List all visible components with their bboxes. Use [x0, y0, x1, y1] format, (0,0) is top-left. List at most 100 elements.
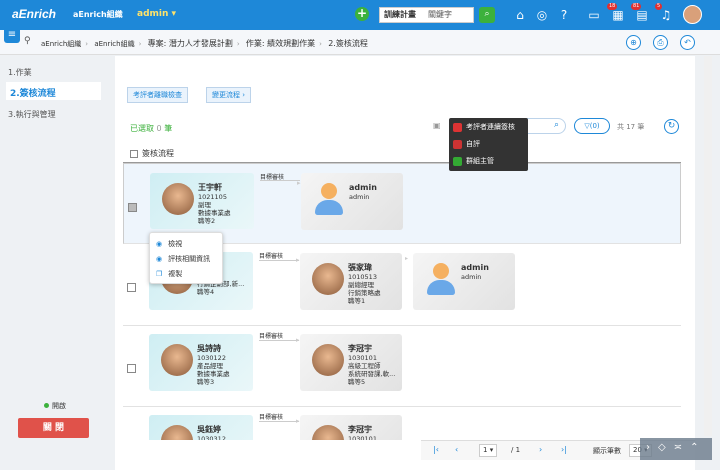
legend-label: 考評者連續簽核 [466, 123, 515, 131]
column-header-label: 簽核流程 [142, 149, 174, 158]
approver-level: 職等4 [197, 288, 215, 296]
legend-label: 群組主管 [466, 157, 494, 165]
page-total: / 1 [511, 446, 521, 454]
approver-info: 吳詩詩 1030122 產品經理 數據事業處 職等3 [197, 343, 230, 386]
approver-info: admin admin [461, 262, 489, 281]
approver-level: 職等2 [198, 217, 216, 225]
refresh-icon[interactable]: ↻ [664, 119, 679, 134]
row-checkbox[interactable] [127, 364, 136, 373]
approver-dept: 系統研發課,軟... [348, 370, 396, 378]
approver-info: 李冠宇 1030101 高級工程師 系統研發課,軟... 職等5 [348, 343, 395, 386]
back-icon[interactable]: ↶ [680, 35, 695, 50]
approver-id: admin [461, 273, 482, 281]
approver-dept: 數據事業處 [198, 209, 231, 217]
legend-item: 自評 [453, 139, 480, 149]
column-header: 簽核流程 [130, 148, 174, 159]
approver-info: admin admin [349, 182, 377, 201]
search-scope-select[interactable]: 訓練計畫 關鍵字 [379, 7, 474, 23]
legend-tooltip: 考評者連續簽核 自評 群組主管 [449, 118, 528, 171]
sidebar-item-operations[interactable]: 1.作業 [8, 67, 32, 78]
user-name: admin [137, 9, 169, 19]
next-page-icon[interactable]: › [539, 445, 542, 454]
help-icon[interactable]: ? [556, 7, 572, 23]
selected-number: 0 [156, 124, 162, 133]
avatar [162, 183, 194, 215]
card-context-menu: ◉ 檢視 ◉ 評核相關資訊 ❐ 複製 [149, 232, 223, 284]
select-all-checkbox[interactable] [130, 149, 138, 158]
menu-icon[interactable]: ≡ [4, 27, 20, 43]
approver-card[interactable]: 吳鈺婷 1030312 [149, 415, 253, 440]
change-flow-button[interactable]: 變更流程 › [206, 87, 252, 103]
app-logo[interactable]: aEnrich [12, 7, 56, 21]
approver-info: 王宇軒 1021105 副理 數據事業處 職等2 [198, 182, 231, 225]
filter-count: (0) [589, 122, 600, 130]
breadcrumb-item[interactable]: aEnrich組織 [41, 40, 81, 48]
org-switcher[interactable]: aEnrich組織 [73, 9, 123, 20]
approver-title: 副總經理 [348, 281, 374, 289]
approver-card[interactable]: admin admin [301, 173, 403, 230]
menu-item-copy[interactable]: ❐ 複製 [156, 269, 182, 279]
approver-card[interactable]: 王宇軒 1021105 副理 數據事業處 職等2 [150, 173, 254, 229]
last-page-icon[interactable]: ›| [561, 445, 567, 454]
copy-icon: ❐ [156, 270, 163, 278]
approver-card[interactable]: admin admin [413, 253, 515, 310]
warning-icon [453, 122, 462, 132]
avatar [161, 425, 193, 440]
filter-button[interactable]: ▽(0) [574, 118, 610, 134]
home-icon[interactable]: ⌂ [512, 7, 528, 23]
legend-label: 自評 [466, 140, 480, 148]
approver-level: 職等5 [348, 378, 366, 386]
breadcrumb-current: 2.簽核流程 [328, 39, 368, 48]
sidebar-item-approval-flow[interactable]: 2.簽核流程 [6, 82, 101, 100]
first-page-icon[interactable]: |‹ [433, 445, 439, 454]
floating-toolbar[interactable]: ›◇≍⌃ [640, 438, 712, 460]
approver-card[interactable]: 李冠宇 1030101 高級工程師 系統研發課,軟... 職等5 [300, 334, 402, 391]
breadcrumb-item[interactable]: 專案: 潛力人才發展計劃 [148, 39, 233, 48]
search-scope-value: 訓練計畫 [384, 10, 416, 19]
approver-info: 張家瑋 1010513 副總經理 行銷策略處 職等1 [348, 262, 381, 305]
search-input[interactable]: 關鍵字 [428, 8, 452, 22]
breadcrumb-item[interactable]: aEnrich組織 [94, 40, 134, 48]
table-row[interactable]: 吳鈺婷 1030312 目標審核 ▸ 李冠宇 1030101 [123, 407, 681, 440]
menu-item-eval-info[interactable]: ◉ 評核相關資訊 [156, 254, 210, 264]
default-avatar-icon [313, 183, 345, 215]
approver-id: 1030101 [348, 435, 377, 440]
approver-name: 吳詩詩 [197, 344, 221, 353]
menu-item-label: 評核相關資訊 [168, 255, 211, 263]
prev-page-icon[interactable]: ‹ [455, 445, 458, 454]
print-icon[interactable]: ⎙ [653, 35, 668, 50]
message-icon[interactable]: ▭ [586, 7, 602, 23]
approver-dept: 數據事業處 [197, 370, 230, 378]
user-menu[interactable]: admin ▾ [137, 9, 176, 19]
sidebar-item-execution[interactable]: 3.執行與管理 [8, 109, 56, 120]
approver-card[interactable]: 張家瑋 1010513 副總經理 行銷策略處 職等1 [300, 253, 402, 310]
search-button[interactable]: ⌕ [479, 7, 495, 23]
add-page-icon[interactable]: ⊕ [626, 35, 641, 50]
approver-title: 副理 [198, 201, 211, 209]
approver-info: 李冠宇 1030101 [348, 424, 377, 440]
compass-icon[interactable]: ◎ [534, 7, 550, 23]
row-checkbox[interactable] [128, 203, 137, 212]
user-avatar[interactable] [683, 5, 702, 24]
step-label: 目標審核 [259, 253, 284, 260]
table-row[interactable]: 吳詩詩 1030122 產品經理 數據事業處 職等3 目標審核 ▸ 李冠宇 103… [123, 326, 681, 407]
approver-level: 職等3 [197, 378, 215, 386]
close-button[interactable]: 關 閉 [18, 418, 89, 438]
export-icon[interactable]: ▣ [433, 121, 441, 130]
resignation-check-button[interactable]: 考評者離職檢查 [127, 87, 188, 103]
row-checkbox[interactable] [127, 283, 136, 292]
menu-item-view[interactable]: ◉ 檢視 [156, 239, 182, 249]
breadcrumb-item[interactable]: 作業: 績效規劃作業 [246, 39, 315, 48]
step-arrow: 目標審核 ▸ [259, 253, 300, 264]
page-select[interactable]: 1 ▾ [479, 444, 498, 457]
location-pin-icon: ⚲ [24, 36, 31, 46]
approver-card[interactable]: 李冠宇 1030101 [300, 415, 402, 440]
approver-card[interactable]: 吳詩詩 1030122 產品經理 數據事業處 職等3 [149, 334, 253, 391]
approver-id: 1010513 [348, 273, 377, 281]
scrollbar[interactable] [704, 56, 712, 436]
add-button[interactable]: + [355, 7, 369, 21]
approver-name: admin [349, 183, 377, 192]
menu-item-label: 複製 [168, 270, 183, 278]
status-dot [44, 403, 49, 408]
step-arrow: 目標審核 ▸ [259, 333, 300, 344]
